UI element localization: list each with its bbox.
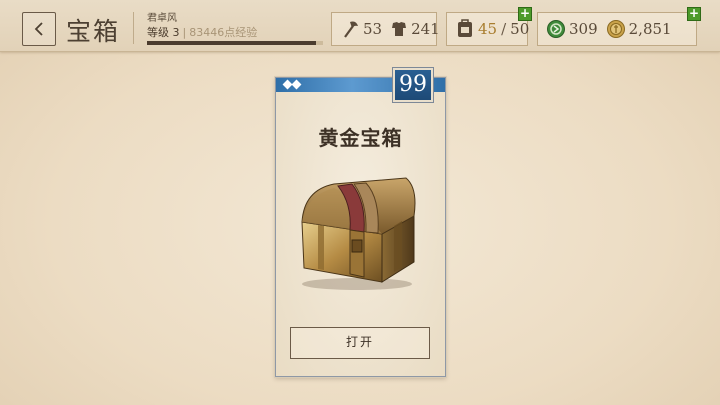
combat-stats[interactable]: 53 241 (331, 12, 440, 46)
gem-icon (291, 79, 302, 90)
currency-panel[interactable]: 309 2,851 + (537, 7, 701, 46)
axe-icon (344, 21, 358, 38)
xp-progress-bar (147, 41, 323, 45)
silver-stat: 309 (546, 19, 598, 39)
xp-text: 83446点经验 (189, 26, 258, 39)
silver-value: 309 (569, 20, 598, 38)
gold-coin-icon (606, 20, 625, 38)
gold-stat: 2,851 (606, 19, 672, 39)
defense-stat: 241 (390, 20, 440, 38)
golden-chest-image (301, 177, 416, 290)
silver-coin-icon (547, 20, 565, 38)
chest-name: 黄金宝箱 (318, 126, 403, 150)
open-chest-button[interactable]: 打开 (290, 327, 430, 359)
page-title: 宝箱 (66, 17, 121, 46)
add-currency-button[interactable]: + (687, 7, 701, 21)
armor-icon (392, 22, 407, 36)
defense-value: 241 (411, 20, 440, 38)
capacity-stat: 45/50 (455, 19, 529, 39)
level-separator: | (182, 26, 187, 39)
plus-icon: + (688, 6, 700, 20)
level-label: 等级 3 (147, 26, 180, 39)
gold-value: 2,851 (628, 20, 672, 38)
user-name: 君卓风 (147, 13, 177, 24)
attack-value: 53 (363, 20, 383, 38)
top-bar: 宝箱 君卓风 等级 3 | 83446点经验 53 241 45 / 50 + … (0, 0, 720, 52)
back-button[interactable] (22, 12, 56, 46)
backpack-icon (458, 19, 472, 37)
chest-card[interactable]: 99 黄金宝箱 打开 (275, 67, 446, 377)
capacity-current: 45 (478, 20, 498, 38)
attack-stat: 53 (340, 19, 382, 39)
chest-count-badge: 99 (392, 67, 434, 103)
xp-progress-fill (147, 41, 316, 45)
inventory-capacity[interactable]: 45/50 + (446, 7, 532, 46)
chevron-left-icon (34, 22, 43, 36)
plus-icon: + (519, 6, 531, 20)
header-divider (133, 12, 134, 44)
level-info: 等级 3 | 83446点经验 (147, 24, 257, 40)
capacity-max: 50 (510, 20, 530, 38)
capacity-slash: / (501, 20, 507, 38)
add-capacity-button[interactable]: + (518, 7, 532, 21)
